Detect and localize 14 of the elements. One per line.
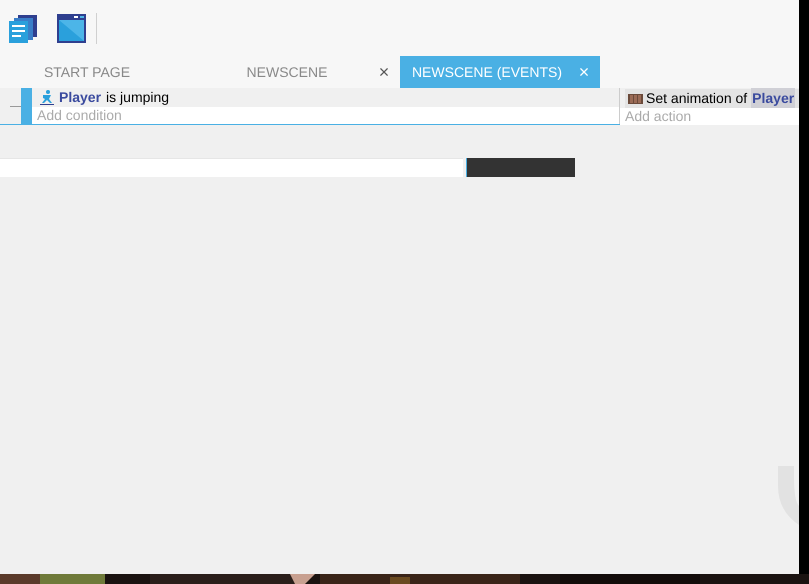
- film-strip-icon: [628, 94, 643, 104]
- add-condition-link[interactable]: Add condition: [32, 107, 619, 124]
- close-icon[interactable]: ×: [574, 63, 594, 81]
- add-action-link[interactable]: Add action: [620, 108, 799, 125]
- tab[interactable]: START PAGE: [0, 56, 200, 88]
- action[interactable]: Set animation of Player: [625, 89, 799, 108]
- condition[interactable]: Player is jumping: [32, 88, 619, 107]
- running-figure-icon: [40, 90, 54, 105]
- window-icon[interactable]: [57, 14, 86, 42]
- tab[interactable]: NEWSCENE ×: [200, 56, 400, 88]
- documents-icon[interactable]: [9, 14, 37, 42]
- close-icon[interactable]: ×: [374, 63, 394, 81]
- arc-shape: [778, 466, 799, 525]
- tab[interactable]: NEWSCENE (EVENTS) ×: [400, 56, 600, 88]
